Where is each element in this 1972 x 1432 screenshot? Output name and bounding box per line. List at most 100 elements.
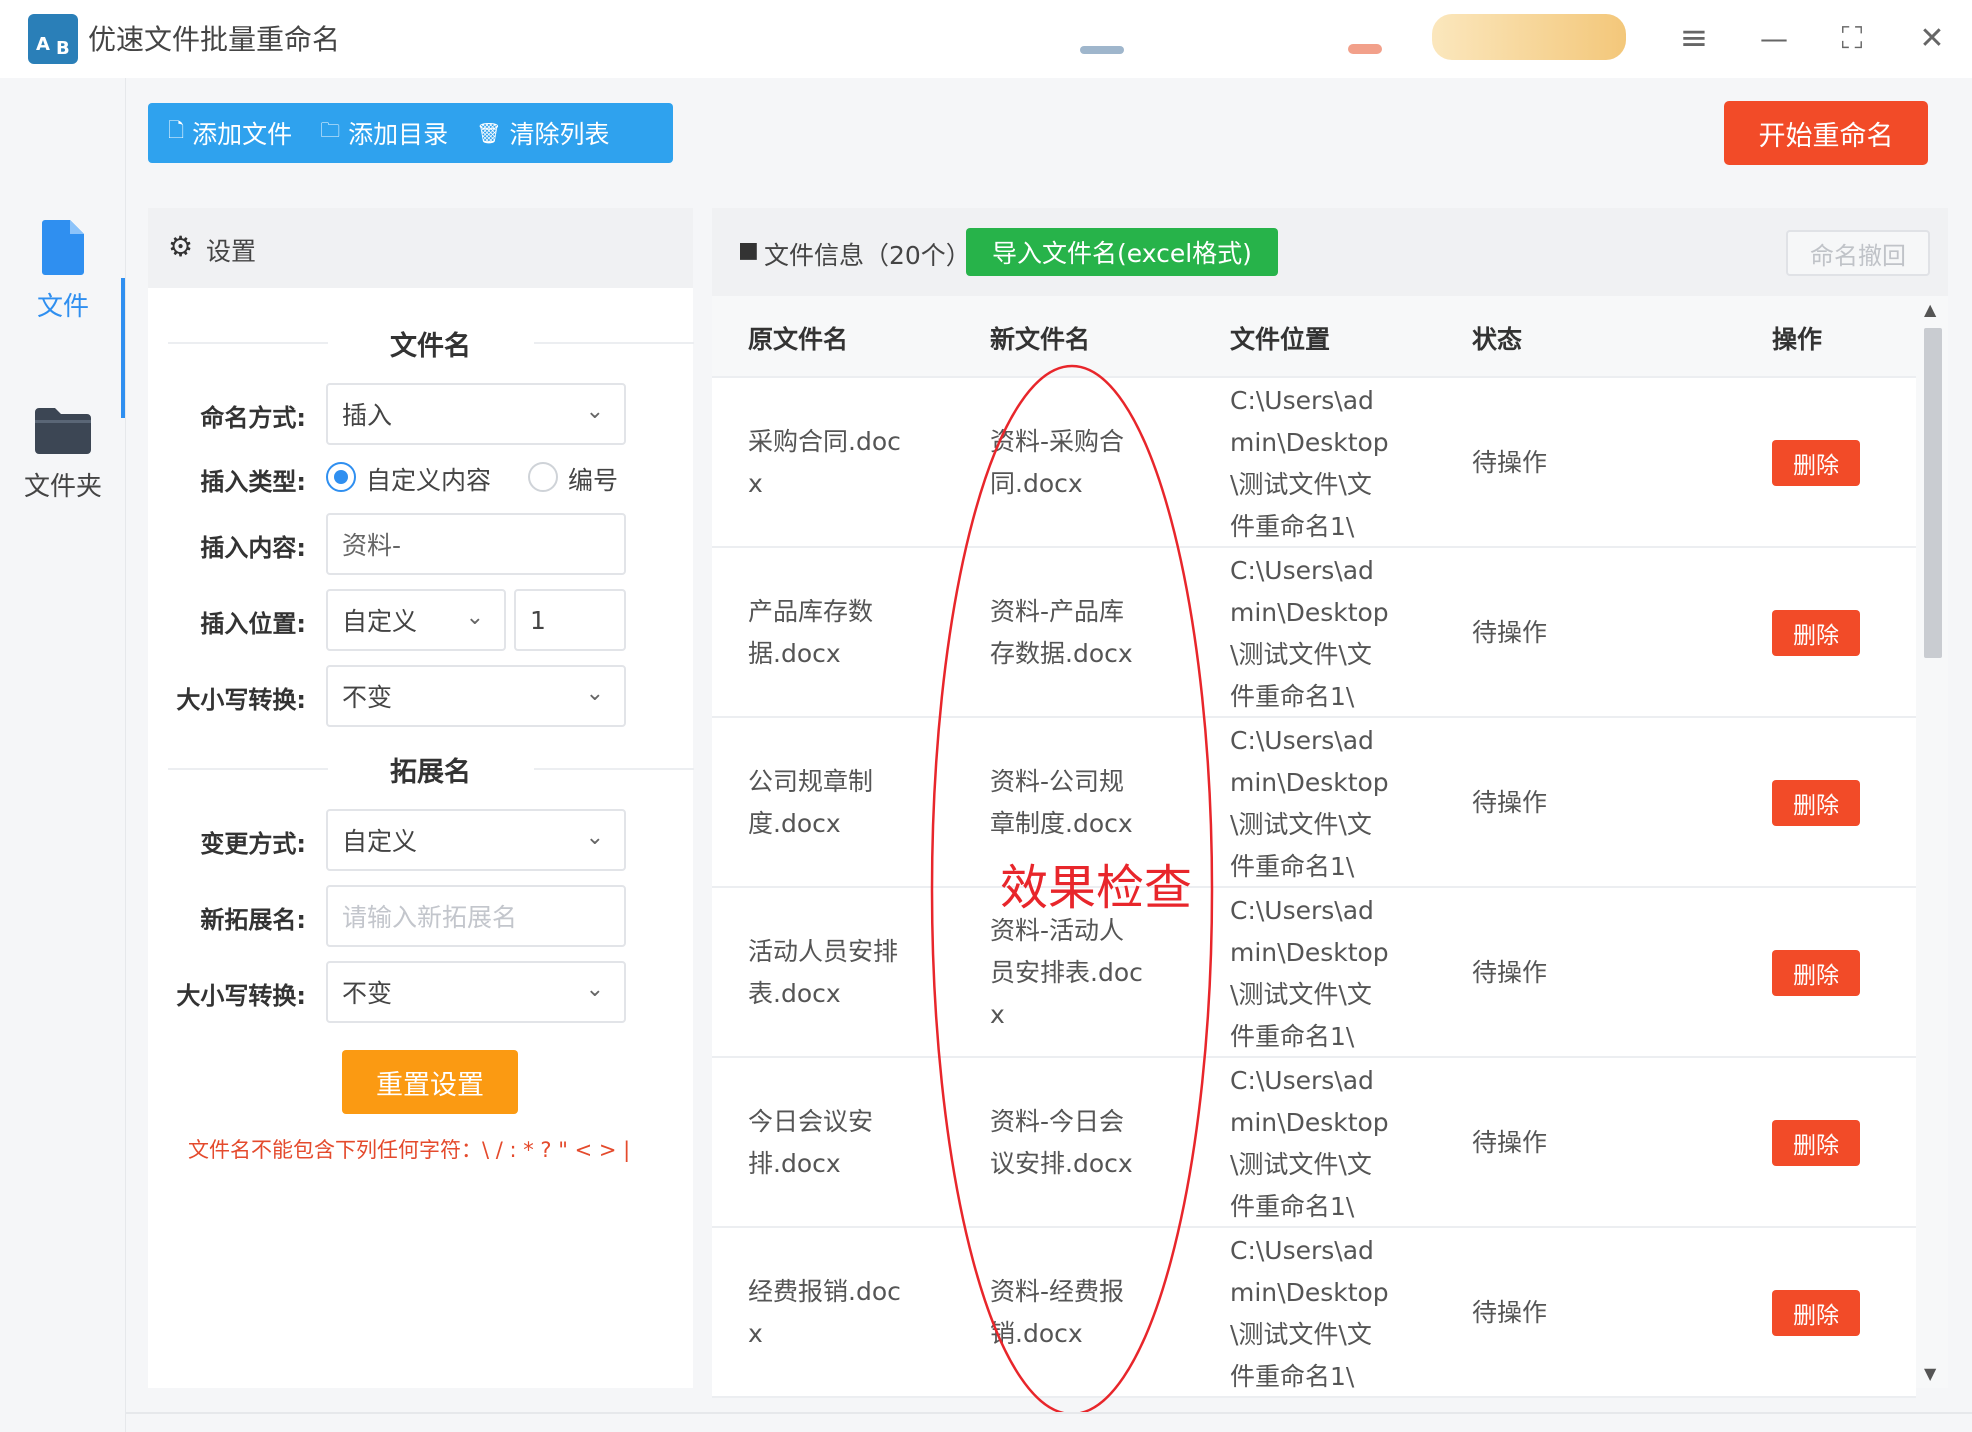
- chevron-down-icon: ⌄: [465, 605, 484, 630]
- radio-number[interactable]: [528, 462, 558, 492]
- minimize-icon[interactable]: —: [1746, 10, 1802, 66]
- import-excel-button[interactable]: 导入文件名(excel格式): [966, 228, 1278, 276]
- start-rename-button[interactable]: 开始重命名: [1724, 101, 1928, 165]
- chevron-down-icon: ⌄: [585, 681, 604, 706]
- location-cell-line: min\Desktop: [1230, 428, 1389, 457]
- delete-button[interactable]: 删除: [1772, 780, 1860, 826]
- location-cell-line: \测试文件\文: [1230, 470, 1372, 499]
- table-row: 公司规章制 度.docx 资料-公司规 章制度.docx C:\Users\ad min\…: [712, 718, 1916, 888]
- toolbar: 🗋 添加文件 🗀 添加目录 🗑 清除列表: [148, 103, 673, 163]
- nav-item-file[interactable]: 文件: [0, 218, 126, 323]
- clear-list-label: 清除列表: [509, 120, 610, 149]
- case-select[interactable]: 不变 ⌄: [326, 665, 626, 727]
- location-cell-line: \测试文件\文: [1230, 810, 1372, 839]
- col-new-name: 新文件名: [990, 325, 1091, 354]
- clear-list-button[interactable]: 🗑 清除列表: [476, 115, 609, 151]
- table-row: 经费报销.doc x 资料-经费报 销.docx C:\Users\ad min\Desk…: [712, 1228, 1916, 1398]
- location-cell-line: min\Desktop: [1230, 768, 1389, 797]
- delete-button[interactable]: 删除: [1772, 950, 1860, 996]
- insert-content-input[interactable]: 资料-: [326, 513, 626, 575]
- location-cell: C:\Users\ad min\Desktop \测试文件\文 件重命名1\: [1230, 380, 1408, 548]
- menu-icon[interactable]: ≡: [1666, 10, 1722, 66]
- location-cell-line: 件重命名1\: [1230, 1192, 1355, 1221]
- add-dir-button[interactable]: 🗀 添加目录: [320, 115, 448, 151]
- delete-button[interactable]: 删除: [1772, 1290, 1860, 1336]
- location-cell: C:\Users\ad min\Desktop \测试文件\文 件重命名1\: [1230, 1060, 1408, 1228]
- table-row: 今日会议安 排.docx 资料-今日会 议安排.docx C:\Users\ad min\…: [712, 1058, 1916, 1228]
- scrollbar[interactable]: ▲ ▼: [1916, 296, 1948, 1388]
- scroll-thumb[interactable]: [1924, 328, 1942, 658]
- divider: [168, 342, 328, 344]
- header-decoration: [1080, 46, 1124, 54]
- status-cell: 待操作: [1472, 788, 1548, 817]
- settings-title: 设置: [206, 237, 257, 266]
- settings-panel: ⚙ 设置 文件名 命名方式: 插入 ⌄ 插入类型: 自定义内容 编号 插入内容:…: [148, 208, 694, 1388]
- location-cell-line: C:\Users\ad: [1230, 1236, 1374, 1265]
- case-label: 大小写转换:: [176, 686, 306, 714]
- chevron-down-icon: ⌄: [585, 399, 604, 424]
- divider: [168, 768, 328, 770]
- status-cell: 待操作: [1472, 958, 1548, 987]
- folder-icon: [35, 408, 91, 454]
- status-cell: 待操作: [1472, 1128, 1548, 1157]
- radio-number-label: 编号: [568, 466, 619, 495]
- location-cell-line: C:\Users\ad: [1230, 1066, 1374, 1095]
- location-cell-line: C:\Users\ad: [1230, 896, 1374, 925]
- location-cell-line: \测试文件\文: [1230, 640, 1372, 669]
- status-cell: 待操作: [1472, 1298, 1548, 1327]
- naming-mode-select[interactable]: 插入 ⌄: [326, 383, 626, 445]
- status-cell: 待操作: [1472, 448, 1548, 477]
- scroll-down-icon[interactable]: ▼: [1924, 1364, 1936, 1383]
- location-cell-line: 件重命名1\: [1230, 512, 1355, 541]
- radio-custom-content-label: 自定义内容: [366, 466, 492, 495]
- location-cell-line: 件重命名1\: [1230, 852, 1355, 881]
- table-row: 产品库存数 据.docx 资料-产品库 存数据.docx C:\Users\ad min\…: [712, 548, 1916, 718]
- gear-icon: ⚙: [168, 230, 194, 263]
- delete-button[interactable]: 删除: [1772, 1120, 1860, 1166]
- location-cell-line: C:\Users\ad: [1230, 556, 1374, 585]
- maximize-icon[interactable]: ⛶: [1824, 10, 1880, 66]
- location-cell: C:\Users\ad min\Desktop \测试文件\文 件重命名1\: [1230, 720, 1408, 888]
- col-status: 状态: [1472, 325, 1523, 354]
- reset-settings-button[interactable]: 重置设置: [342, 1050, 518, 1114]
- radio-custom-content[interactable]: [326, 462, 356, 492]
- delete-button[interactable]: 删除: [1772, 610, 1860, 656]
- ext-mode-select[interactable]: 自定义 ⌄: [326, 809, 626, 871]
- header-banner[interactable]: [1432, 14, 1626, 60]
- table-header: 原文件名 新文件名 文件位置 状态 操作: [712, 296, 1916, 378]
- ext-section-title: 拓展名: [390, 757, 471, 788]
- nav-item-folder[interactable]: 文件夹: [0, 404, 126, 503]
- filename-section-title: 文件名: [390, 331, 471, 362]
- insert-pos-select[interactable]: 自定义 ⌄: [326, 589, 506, 651]
- nav-label-file: 文件: [36, 292, 89, 322]
- ext-case-select[interactable]: 不变 ⌄: [326, 961, 626, 1023]
- col-original-name: 原文件名: [748, 325, 849, 354]
- left-nav: 文件 文件夹: [0, 78, 126, 1432]
- add-file-button[interactable]: 🗋 添加文件: [168, 115, 292, 151]
- header-decoration: [1348, 44, 1382, 54]
- insert-pos-number-input[interactable]: 1: [514, 589, 626, 651]
- folder-icon: 🗀: [320, 118, 341, 142]
- insert-pos-label: 插入位置:: [200, 610, 306, 638]
- insert-type-label: 插入类型:: [200, 468, 306, 496]
- file-info-title: 文件信息（20个）: [764, 241, 971, 270]
- chevron-down-icon: ⌄: [585, 977, 604, 1002]
- footer-strip: [126, 1412, 1972, 1432]
- undo-rename-button[interactable]: 命名撤回: [1786, 230, 1930, 276]
- file-icon: [42, 220, 84, 275]
- location-cell-line: C:\Users\ad: [1230, 726, 1374, 755]
- status-cell: 待操作: [1472, 618, 1548, 647]
- new-ext-label: 新拓展名:: [200, 906, 306, 934]
- file-icon: ■: [738, 238, 759, 263]
- location-cell-line: \测试文件\文: [1230, 1320, 1372, 1349]
- filename-warning: 文件名不能包含下列任何字符：\ / : * ? " < > |: [188, 1138, 631, 1162]
- add-dir-label: 添加目录: [348, 120, 449, 149]
- nav-label-folder: 文件夹: [23, 472, 102, 502]
- table-row: 活动人员安排 表.docx 资料-活动人 员安排表.doc x C:\Users\ad mi…: [712, 888, 1916, 1058]
- close-icon[interactable]: ✕: [1904, 10, 1960, 66]
- insert-content-label: 插入内容:: [200, 534, 306, 562]
- location-cell-line: \测试文件\文: [1230, 980, 1372, 1009]
- new-ext-input[interactable]: 请输入新拓展名: [326, 885, 626, 947]
- delete-button[interactable]: 删除: [1772, 440, 1860, 486]
- scroll-up-icon[interactable]: ▲: [1924, 300, 1936, 319]
